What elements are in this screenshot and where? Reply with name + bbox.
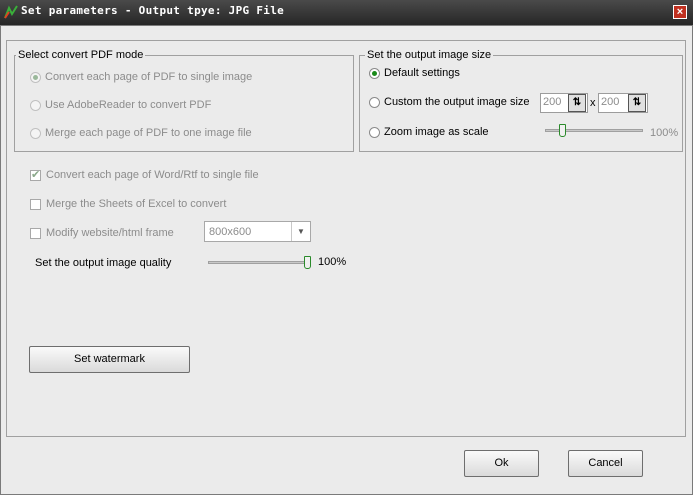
title-bar: Set parameters - Output tpye: JPG File ×: [0, 0, 693, 26]
height-spin-icon[interactable]: ⇅: [628, 94, 646, 112]
radio-selected-dot: [33, 75, 38, 80]
radio-zoom-scale[interactable]: [369, 127, 380, 138]
app-icon: [4, 5, 18, 19]
zoom-slider-thumb[interactable]: [559, 124, 566, 137]
window-title: Set parameters - Output tpye: JPG File: [21, 4, 285, 17]
pdf-mode-group-title: Select convert PDF mode: [16, 49, 146, 61]
ok-button[interactable]: Ok: [464, 450, 539, 477]
radio-use-adobereader[interactable]: [30, 100, 41, 111]
checkbox-website-frame-label: Modify website/html frame: [46, 227, 174, 239]
close-icon[interactable]: ×: [673, 5, 687, 19]
checkbox-excel-sheets[interactable]: [30, 199, 41, 210]
width-value: 200: [543, 96, 562, 108]
radio-merge-pages[interactable]: [30, 128, 41, 139]
quality-label: Set the output image quality: [35, 257, 172, 269]
checkbox-website-frame[interactable]: [30, 228, 41, 239]
radio-convert-each-page-label: Convert each page of PDF to single image: [45, 71, 253, 83]
radio-selected-dot: [372, 71, 377, 76]
cancel-button[interactable]: Cancel: [568, 450, 643, 477]
check-icon: ✔: [31, 169, 41, 181]
radio-custom-size-label: Custom the output image size: [384, 96, 530, 108]
radio-merge-pages-label: Merge each page of PDF to one image file: [45, 127, 252, 139]
height-value: 200: [601, 96, 620, 108]
chevron-down-icon: ▼: [291, 222, 310, 241]
frame-size-value: 800x600: [209, 226, 252, 238]
zoom-percent: 100%: [650, 127, 679, 139]
quality-percent: 100%: [318, 256, 347, 268]
radio-default-settings-label: Default settings: [384, 67, 460, 79]
size-separator: x: [590, 97, 596, 109]
radio-zoom-scale-label: Zoom image as scale: [384, 126, 489, 138]
radio-convert-each-page[interactable]: [30, 72, 41, 83]
checkbox-excel-sheets-label: Merge the Sheets of Excel to convert: [46, 198, 227, 210]
radio-default-settings[interactable]: [369, 68, 380, 79]
set-watermark-button[interactable]: Set watermark: [29, 346, 190, 373]
radio-use-adobereader-label: Use AdobeReader to convert PDF: [45, 99, 212, 111]
quality-slider-track[interactable]: [208, 261, 311, 264]
frame-size-select[interactable]: 800x600 ▼: [204, 221, 311, 242]
quality-slider-thumb[interactable]: [304, 256, 311, 269]
width-spin-icon[interactable]: ⇅: [568, 94, 586, 112]
checkbox-word-rtf[interactable]: ✔: [30, 169, 41, 181]
radio-custom-size[interactable]: [369, 97, 380, 108]
image-size-group-title: Set the output image size: [365, 49, 494, 61]
checkbox-word-rtf-label: Convert each page of Word/Rtf to single …: [46, 169, 259, 181]
